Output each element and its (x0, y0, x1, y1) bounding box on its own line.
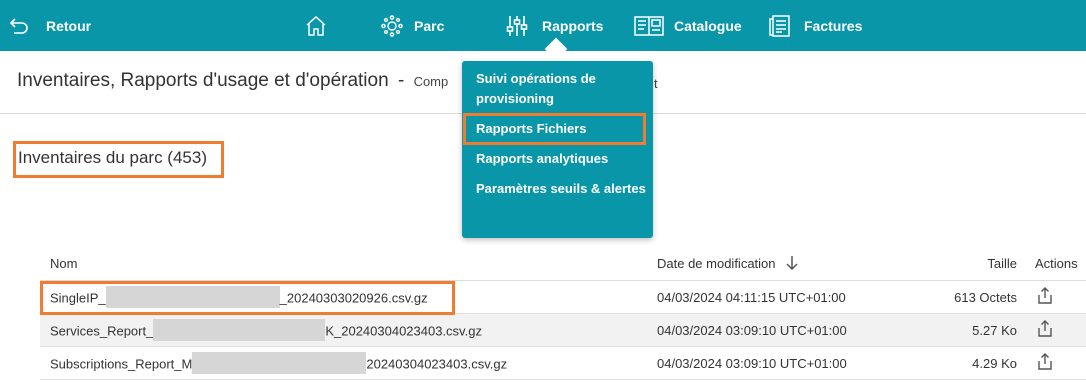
file-size: 5.27 Ko (972, 323, 1017, 338)
back-button[interactable]: Retour (8, 0, 91, 51)
invoice-icon (769, 14, 790, 37)
file-size: 613 Octets (954, 290, 1017, 305)
export-icon[interactable] (1036, 287, 1054, 308)
nav-parc-label: Parc (414, 17, 445, 34)
nav-home[interactable] (304, 0, 328, 51)
col-size-header[interactable]: Taille (987, 256, 1017, 271)
file-date: 04/03/2024 03:09:10 UTC+01:00 (657, 323, 847, 338)
export-icon[interactable] (1036, 320, 1054, 341)
table-row[interactable]: SingleIP_ _20240303020926.csv.gz 04/03/20… (40, 281, 1086, 314)
back-arrow-icon (9, 17, 28, 34)
export-icon[interactable] (1036, 353, 1054, 374)
file-name-prefix: Subscriptions_Report_M (50, 356, 193, 372)
menu-item-rapports-analytiques[interactable]: Rapports analytiques (476, 149, 648, 169)
nav-parc[interactable]: Parc (380, 0, 444, 51)
redacted-block (153, 319, 326, 341)
network-icon (381, 14, 403, 37)
file-name-prefix: SingleIP_ (50, 290, 106, 306)
file-date: 04/03/2024 04:11:15 UTC+01:00 (657, 290, 846, 305)
page-title: Inventaires, Rapports d'usage et d'opéra… (17, 70, 448, 92)
files-table: Nom Date de modification Taille Actions … (40, 247, 1086, 380)
file-name-prefix: Services_Report_ (50, 323, 154, 339)
menu-item-parametres-seuils[interactable]: Paramètres seuils & alertes (476, 179, 648, 199)
file-name-suffix: _20240303020926.csv.gz (279, 290, 428, 306)
table-row[interactable]: Services_Report_ K_20240304023403.csv.gz … (40, 314, 1086, 347)
file-name-suffix: K_20240304023403.csv.gz (325, 323, 482, 339)
page-title-text: Inventaires, Rapports d'usage et d'opéra… (17, 70, 389, 91)
nav-factures-label: Factures (804, 17, 863, 34)
col-actions-header: Actions (1035, 256, 1078, 271)
sliders-icon (506, 15, 528, 36)
rapports-dropdown: Suivi opérations de provisioning Rapport… (462, 61, 653, 238)
home-icon (306, 15, 326, 36)
page-subtitle: Comp (413, 74, 449, 89)
back-label: Retour (46, 17, 92, 34)
file-name-suffix: 20240304023403.csv.gz (366, 356, 508, 372)
nav-rapports-label: Rapports (542, 17, 604, 34)
nav-catalogue[interactable]: Catalogue (634, 0, 742, 51)
catalogue-icon (634, 15, 664, 36)
file-date: 04/03/2024 03:09:10 UTC+01:00 (657, 356, 847, 371)
section-title-highlight (13, 141, 224, 178)
col-date-label: Date de modification (657, 256, 776, 271)
file-name[interactable]: Subscriptions_Report_M 20240304023403.csv… (50, 352, 508, 374)
col-name-header[interactable]: Nom (50, 256, 77, 271)
table-header: Nom Date de modification Taille Actions (40, 247, 1086, 281)
file-size: 4.29 Ko (972, 356, 1017, 371)
title-separator: - (397, 70, 405, 91)
col-date-header[interactable]: Date de modification (657, 256, 799, 271)
menu-item-rapports-fichiers[interactable]: Rapports Fichiers (476, 119, 648, 139)
redacted-block (105, 286, 280, 308)
hidden-subtitle-tail: t (654, 76, 658, 91)
top-nav-bar: Retour Parc Rapports Catalogue Factures (0, 0, 1086, 51)
redacted-block (192, 352, 367, 374)
file-name[interactable]: SingleIP_ _20240303020926.csv.gz (50, 286, 428, 308)
nav-factures[interactable]: Factures (768, 0, 862, 51)
table-row[interactable]: Subscriptions_Report_M 20240304023403.csv… (40, 347, 1086, 380)
nav-catalogue-label: Catalogue (674, 17, 742, 34)
file-name[interactable]: Services_Report_ K_20240304023403.csv.gz (50, 319, 482, 341)
menu-item-suivi-operations[interactable]: Suivi opérations de provisioning (476, 69, 648, 109)
sort-desc-icon[interactable] (785, 255, 799, 271)
